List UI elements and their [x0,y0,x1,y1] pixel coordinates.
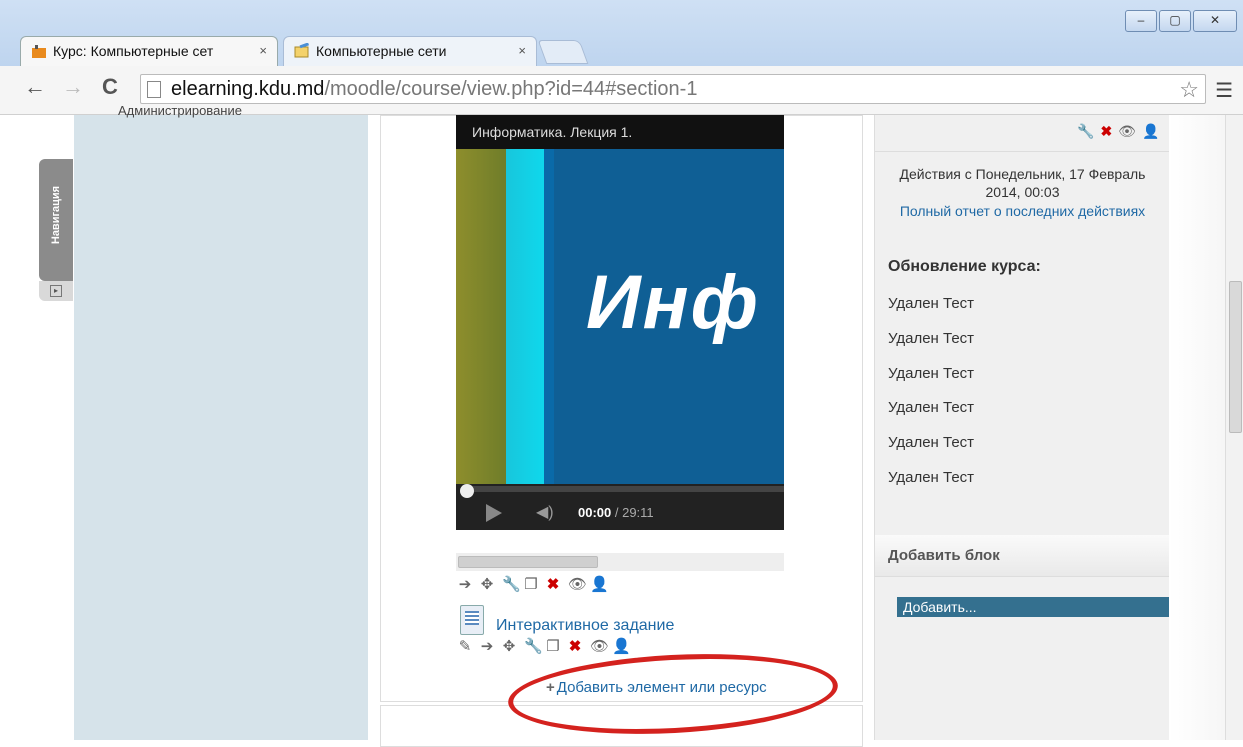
delete-icon[interactable]: ✖ [568,637,582,655]
move-right-icon[interactable]: ➔ [480,637,494,655]
dock-arrow-icon: ▸ [50,285,62,297]
reload-icon[interactable]: C [102,74,118,100]
video-frame[interactable]: Инф [456,149,784,484]
tab-close-icon[interactable]: × [259,37,267,65]
navigation-dock-tab[interactable]: Навигация [39,159,73,281]
delete-icon[interactable]: ✖ [546,575,560,593]
video-frame-text: Инф [586,260,760,345]
wrench-icon[interactable]: 🔧 [1077,123,1094,140]
address-bar[interactable]: elearning.kdu.md/moodle/course/view.php?… [140,74,1206,104]
document-pencil-icon [294,43,310,58]
window-controls: – ▢ ✕ [1125,10,1237,32]
duplicate-icon[interactable]: ❐ [546,637,560,655]
delete-icon[interactable]: ✖ [1100,123,1112,140]
moodle-icon [32,45,46,58]
maximize-icon[interactable]: ▢ [1159,10,1191,32]
minimize-icon[interactable]: – [1125,10,1157,32]
frame-stripe [544,149,554,484]
video-time: 00:00 / 29:11 [578,505,654,520]
list-item: Удален Тест [888,330,975,347]
full-report-link[interactable]: Полный отчет о последних действиях [895,202,1150,220]
administration-link[interactable]: Администрирование [118,103,242,118]
url-text[interactable]: elearning.kdu.md/moodle/course/view.php?… [171,78,697,101]
frame-stripe [506,149,544,484]
list-item: Удален Тест [888,469,975,486]
page-icon [147,81,161,98]
vertical-scrollbar[interactable] [1225,115,1243,740]
tab-label: Компьютерные сети [316,43,447,59]
wrench-icon[interactable]: 🔧 [502,575,521,593]
video-player[interactable]: Информатика. Лекция 1. Инф ◀) 00:00 / 29… [456,115,784,530]
list-item: Удален Тест [888,399,975,416]
scrollbar-thumb[interactable] [458,556,598,568]
video-progress-bar[interactable] [464,486,784,492]
list-item: Удален Тест [888,295,975,312]
interactive-task-icon[interactable] [460,605,484,635]
move-icon[interactable]: ✥ [502,637,516,655]
add-block: Добавить блок Добавить... [874,535,1170,740]
edit-title-icon[interactable]: ✎ [458,637,472,655]
frame-stripe [456,149,506,484]
add-block-select[interactable]: Добавить... [897,597,1170,617]
interactive-task-link[interactable]: Интерактивное задание [496,617,674,635]
list-item: Удален Тест [888,365,975,382]
move-icon[interactable]: ✥ [480,575,494,593]
video-controls: ◀) 00:00 / 29:11 [456,484,784,530]
plus-icon: + [546,679,555,696]
activity-since-text: Действия с Понедельник, 17 Февраль 2014,… [899,166,1146,200]
horizontal-scrollbar[interactable] [456,553,784,571]
eye-icon[interactable]: 👁 [1118,123,1136,140]
volume-icon[interactable]: ◀) [536,502,554,522]
new-tab-button[interactable] [537,40,589,64]
eye-icon[interactable]: 👁 [590,637,609,655]
dock-toggle[interactable]: ▸ [39,281,73,301]
eye-icon[interactable]: 👁 [568,575,587,593]
block-edit-icons: 🔧 ✖ 👁 👤 [1077,123,1159,140]
list-item: Удален Тест [888,434,975,451]
window-titlebar: – ▢ ✕ Курс: Компьютерные сет × Компьютер… [0,0,1243,74]
add-activity-resource-link[interactable]: + Добавить элемент или ресурс [546,679,767,696]
menu-icon[interactable]: ☰ [1215,78,1233,103]
assign-roles-icon[interactable]: 👤 [1142,123,1159,140]
forward-icon[interactable]: → [62,74,84,100]
wrench-icon[interactable]: 🔧 [524,637,543,655]
video-edit-icons: ➔ ✥ 🔧 ❐ ✖ 👁 👤 [458,575,609,593]
right-margin [1169,115,1225,740]
recent-activity-block: 🔧 ✖ 👁 👤 Действия с Понедельник, 17 Февра… [874,115,1170,535]
page-content: Навигация ▸ Администрирование Информатик… [0,103,1243,747]
bookmark-star-icon[interactable]: ☆ [1179,77,1199,103]
video-title: Информатика. Лекция 1. [456,115,784,149]
tab-close-icon[interactable]: × [518,37,526,65]
block-header: 🔧 ✖ 👁 👤 [875,115,1170,152]
activity-edit-icons: ✎ ➔ ✥ 🔧 ❐ ✖ 👁 👤 [458,637,631,655]
move-right-icon[interactable]: ➔ [458,575,472,593]
assign-roles-icon[interactable]: 👤 [590,575,609,593]
scrollbar-thumb[interactable] [1229,281,1242,433]
back-icon[interactable]: ← [24,74,46,100]
duplicate-icon[interactable]: ❐ [524,575,538,593]
left-column: Администрирование [74,103,368,740]
course-updates-heading: Обновление курса: [888,258,1041,275]
tab-label: Курс: Компьютерные сет [53,43,214,59]
video-progress-knob[interactable] [460,484,474,498]
add-block-heading: Добавить блок [875,535,1170,577]
assign-roles-icon[interactable]: 👤 [612,637,631,655]
navigation-tab-label: Навигация [50,185,62,245]
play-icon[interactable] [486,504,502,522]
close-icon[interactable]: ✕ [1193,10,1237,32]
